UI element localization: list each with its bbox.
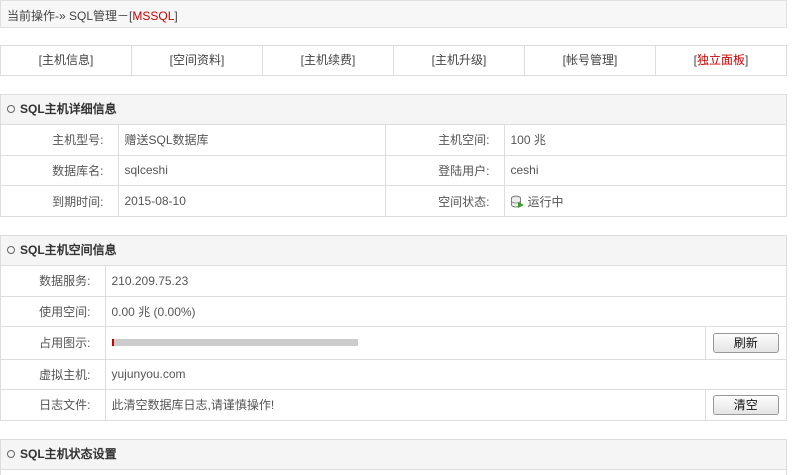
status-value-cell: 运行中 — [504, 184, 786, 217]
table-row: 占用图示: 刷新 — [1, 325, 786, 359]
usage-bar-fill — [111, 339, 114, 346]
space-table: 数据服务: 210.209.75.23 使用空间: 0.00 兆 (0.00%)… — [1, 266, 786, 420]
used-label: 使用空间: — [1, 295, 106, 326]
tab-upgrade[interactable]: [主机升级] — [394, 46, 525, 75]
table-row: 数据库名: sqlceshi 登陆用户: ceshi — [1, 154, 786, 185]
dbname-label: 数据库名: — [1, 154, 119, 185]
tab-panel[interactable]: [独立面板] — [656, 46, 786, 75]
tab-host-info[interactable]: [主机信息] — [1, 46, 132, 75]
log-label: 日志文件: — [1, 388, 106, 420]
vhost-value: yujunyou.com — [105, 358, 786, 389]
detail-header: SQL主机详细信息 — [1, 95, 786, 125]
clear-cell: 清空 — [705, 388, 786, 420]
tab-label: 独立面板 — [696, 53, 745, 67]
usage-bar-cell — [105, 325, 706, 359]
server-value: 210.209.75.23 — [111, 273, 189, 288]
status-label: 空间状态: — [385, 184, 505, 217]
expire-value: 2015-08-10 — [118, 184, 386, 217]
status-value: 运行中 — [527, 194, 564, 209]
tab-label: [空间资料] — [169, 53, 225, 67]
breadcrumb: 当前操作-» SQL管理－[MSSQL] — [0, 0, 787, 28]
expire-label: 到期时间: — [1, 184, 119, 217]
status-header: SQL主机状态设置 — [1, 440, 786, 470]
circle-icon — [7, 450, 15, 458]
model-value: 赠送SQL数据库 — [118, 125, 386, 155]
table-row: 数据服务: 210.209.75.23 — [1, 266, 786, 296]
usage-chart-label: 占用图示: — [1, 325, 106, 359]
tab-label: [主机续费] — [300, 53, 356, 67]
tab-label: [帐号管理] — [562, 53, 618, 67]
login-user-label: 登陆用户: — [385, 154, 505, 185]
breadcrumb-suffix: ] — [174, 9, 178, 23]
model-label: 主机型号: — [1, 125, 119, 155]
used-value: 0.00 兆 (0.00%) — [105, 295, 786, 326]
login-user-value: ceshi — [504, 154, 786, 185]
clear-log-button[interactable]: 清空 — [712, 394, 779, 415]
space-label: 主机空间: — [385, 125, 505, 155]
tab-label: [主机信息] — [38, 53, 94, 67]
table-row: 虚拟主机: yujunyou.com — [1, 358, 786, 389]
breadcrumb-prefix: 当前操作-» SQL管理－[ — [7, 9, 133, 23]
detail-table: 主机型号: 赠送SQL数据库 主机空间: 100 兆 数据库名: sqlcesh… — [1, 125, 786, 217]
table-row: 到期时间: 2015-08-10 空间状态: 运行中 — [1, 184, 786, 217]
tab-bracket-close: ] — [745, 53, 749, 67]
tab-bar: [主机信息] [空间资料] [主机续费] [主机升级] [帐号管理] [独立面板… — [0, 45, 787, 76]
circle-icon — [7, 246, 15, 254]
log-value: 此清空数据库日志,请谨慎操作! — [105, 388, 706, 420]
tab-label: [主机升级] — [431, 53, 487, 67]
vhost-label: 虚拟主机: — [1, 358, 106, 389]
server-label: 数据服务: — [1, 266, 106, 296]
tab-account[interactable]: [帐号管理] — [525, 46, 656, 75]
refresh-button[interactable]: 刷新 — [712, 332, 779, 353]
database-running-icon — [510, 195, 525, 209]
space-value: 100 兆 — [510, 133, 546, 148]
table-row: 主机型号: 赠送SQL数据库 主机空间: 100 兆 — [1, 125, 786, 155]
section-title: SQL主机状态设置 — [20, 447, 117, 461]
table-row: 日志文件: 此清空数据库日志,请谨慎操作! 清空 — [1, 388, 786, 420]
space-header: SQL主机空间信息 — [1, 236, 786, 266]
circle-icon — [7, 105, 15, 113]
breadcrumb-highlight: MSSQL — [132, 9, 175, 23]
dbname-value: sqlceshi — [118, 154, 386, 185]
usage-bar — [111, 339, 358, 346]
tab-space-info[interactable]: [空间资料] — [132, 46, 263, 75]
status-section: SQL主机状态设置 — [0, 439, 787, 475]
space-section: SQL主机空间信息 数据服务: 210.209.75.23 使用空间: 0.00… — [0, 235, 787, 421]
tab-renew[interactable]: [主机续费] — [263, 46, 394, 75]
section-title: SQL主机详细信息 — [20, 102, 117, 116]
table-row: 使用空间: 0.00 兆 (0.00%) — [1, 295, 786, 326]
refresh-cell: 刷新 — [705, 325, 786, 359]
section-title: SQL主机空间信息 — [20, 243, 117, 257]
detail-section: SQL主机详细信息 主机型号: 赠送SQL数据库 主机空间: 100 兆 数据库… — [0, 94, 787, 217]
